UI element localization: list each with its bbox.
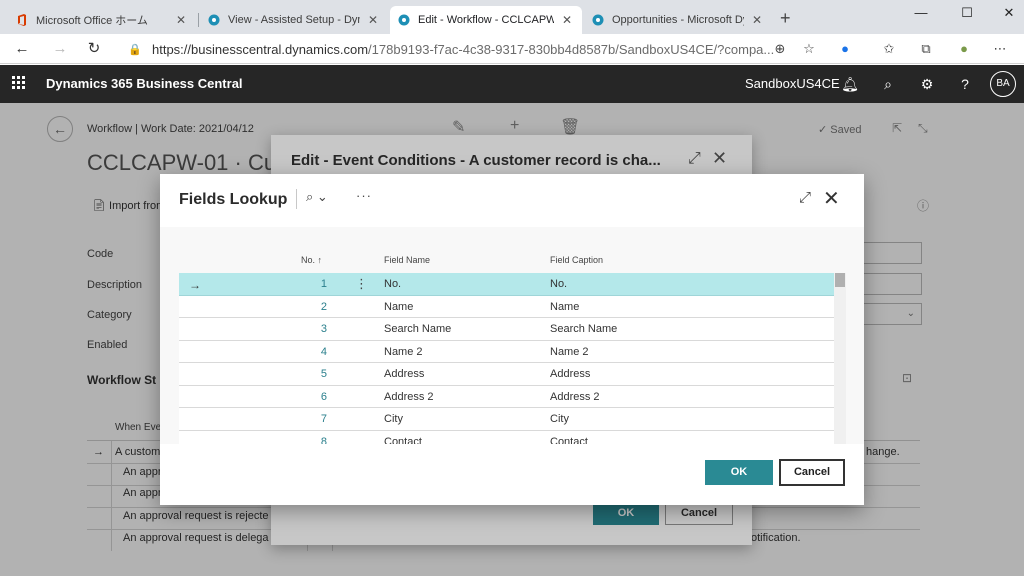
dialog-title: Fields Lookup	[179, 191, 288, 208]
bc-app-bar: Dynamics 365 Business Central SandboxUS4…	[0, 65, 1024, 103]
minimize-button[interactable]: —	[898, 2, 944, 24]
cell-field-caption[interactable]: Search Name	[550, 323, 617, 335]
browser-tab-workflow[interactable]: Edit - Workflow - CCLCAPW-01 - ✕	[390, 6, 582, 34]
close-icon[interactable]: ✕	[823, 186, 840, 211]
browser-tab-office[interactable]: Microsoft Office ホーム ✕	[8, 6, 196, 34]
close-icon[interactable]: ✕	[750, 13, 764, 27]
scrollbar-thumb[interactable]	[835, 273, 845, 287]
cell-field-name[interactable]: Address	[384, 368, 424, 380]
cell-field-name[interactable]: Name 2	[384, 346, 423, 358]
tab-separator	[198, 13, 199, 27]
cell-field-caption[interactable]: Address 2	[550, 391, 600, 403]
gear-icon[interactable]: ⚙	[917, 74, 937, 94]
cell-field-caption[interactable]: Address	[550, 368, 590, 380]
cell-no[interactable]: 5	[289, 368, 327, 380]
row-arrow-icon: →	[189, 278, 201, 292]
column-header-no[interactable]: No. ↑	[301, 255, 322, 265]
close-icon[interactable]: ✕	[174, 13, 188, 27]
app-title[interactable]: Dynamics 365 Business Central	[46, 76, 243, 91]
more-icon[interactable]: ⋯	[991, 40, 1009, 58]
cell-field-name[interactable]: Contact	[384, 436, 422, 445]
dynamics-icon	[398, 14, 410, 26]
browser-tab-assisted-setup[interactable]: View - Assisted Setup - Dynamic ✕	[200, 6, 388, 34]
browser-tab-opportunities[interactable]: Opportunities - Microsoft Dynam ✕	[584, 6, 772, 34]
reload-button[interactable]: ↻	[84, 39, 104, 59]
cell-field-caption[interactable]: Name 2	[550, 346, 589, 358]
lookup-rows: → 1 ⋮ No. No. 2 Name Name 3 Search Name …	[179, 273, 835, 444]
browser-toolbar: ← → ↻ 🔒 https://businesscentral.dynamics…	[0, 34, 1024, 64]
tab-title: Microsoft Office ホーム	[36, 15, 148, 27]
column-header-field-name[interactable]: Field Name	[384, 255, 430, 265]
dynamics-icon	[592, 14, 604, 26]
lookup-body: No. ↑ Field Name Field Caption → 1 ⋮ No.…	[160, 227, 864, 444]
table-row[interactable]: 8 Contact Contact	[179, 430, 835, 445]
profile-avatar-icon[interactable]: ●	[955, 40, 973, 58]
table-row[interactable]: 6 Address 2 Address 2	[179, 385, 835, 408]
cell-field-name[interactable]: No.	[384, 278, 401, 290]
ok-button[interactable]: OK	[705, 460, 773, 485]
close-icon[interactable]: ✕	[560, 13, 574, 27]
url-text: https://businesscentral.dynamics.com/178…	[152, 41, 775, 57]
cell-no[interactable]: 1	[289, 278, 327, 290]
cell-field-caption[interactable]: No.	[550, 278, 567, 290]
cell-no[interactable]: 2	[289, 301, 327, 313]
cancel-button[interactable]: Cancel	[779, 459, 845, 486]
new-tab-button[interactable]: +	[780, 8, 791, 29]
divider	[296, 189, 297, 209]
cell-no[interactable]: 6	[289, 391, 327, 403]
bell-icon[interactable]: 🔔︎	[840, 74, 860, 94]
maximize-button[interactable]: ☐	[944, 2, 990, 24]
address-bar[interactable]: 🔒 https://businesscentral.dynamics.com/1…	[118, 37, 826, 61]
search-icon[interactable]: ⌕ ⌄	[306, 189, 328, 205]
app-launcher-icon[interactable]	[12, 76, 26, 90]
table-row[interactable]: 2 Name Name	[179, 295, 835, 318]
tab-title: Edit - Workflow - CCLCAPW-01 -	[418, 14, 554, 26]
browser-tab-strip: Microsoft Office ホーム ✕ View - Assisted S…	[0, 0, 1024, 34]
collections-icon[interactable]: ⧉	[917, 40, 935, 58]
fields-lookup-dialog: Fields Lookup ⌕ ⌄ ··· ⤢ ✕ No. ↑ Field Na…	[160, 174, 864, 505]
cell-no[interactable]: 4	[289, 346, 327, 358]
lock-icon: 🔒	[128, 43, 142, 56]
lookup-grid: No. ↑ Field Name Field Caption → 1 ⋮ No.…	[179, 227, 837, 444]
window-close-button[interactable]: ✕	[986, 2, 1024, 24]
column-header-field-caption[interactable]: Field Caption	[550, 255, 603, 265]
favorite-icon[interactable]: ☆	[800, 40, 818, 58]
expand-icon[interactable]: ⤢	[799, 189, 811, 206]
cell-field-caption[interactable]: City	[550, 413, 569, 425]
favorites-bar-icon[interactable]: ✩	[880, 40, 898, 58]
cell-no[interactable]: 3	[289, 323, 327, 335]
dynamics-icon	[208, 14, 220, 26]
office-icon	[18, 14, 26, 26]
add-icon[interactable]: ⊕	[771, 40, 789, 58]
environment-name: SandboxUS4CE	[745, 76, 840, 91]
cell-field-name[interactable]: Name	[384, 301, 413, 313]
more-options-icon[interactable]: ···	[356, 188, 372, 203]
cell-field-name[interactable]: City	[384, 413, 403, 425]
vertical-scrollbar[interactable]	[834, 273, 846, 444]
table-row[interactable]: 5 Address Address	[179, 363, 835, 386]
cell-field-name[interactable]: Address 2	[384, 391, 434, 403]
avatar[interactable]: BA	[990, 71, 1016, 97]
tab-title: View - Assisted Setup - Dynamic	[228, 14, 360, 26]
tab-title: Opportunities - Microsoft Dynam	[612, 14, 744, 26]
cell-no[interactable]: 7	[289, 413, 327, 425]
table-row[interactable]: 3 Search Name Search Name	[179, 318, 835, 341]
search-icon[interactable]: ⌕	[878, 74, 898, 94]
row-actions-icon[interactable]: ⋮	[355, 276, 368, 292]
back-button[interactable]: ←	[12, 39, 32, 59]
table-row[interactable]: 7 City City	[179, 408, 835, 431]
close-icon[interactable]: ✕	[366, 13, 380, 27]
extension-icon[interactable]: ●	[836, 40, 854, 58]
cell-field-caption[interactable]: Name	[550, 301, 579, 313]
forward-button[interactable]: →	[50, 39, 70, 59]
table-row[interactable]: → 1 ⋮ No. No.	[179, 273, 835, 296]
help-icon[interactable]: ?	[955, 74, 975, 94]
cell-field-caption[interactable]: Contact	[550, 436, 588, 445]
table-row[interactable]: 4 Name 2 Name 2	[179, 340, 835, 363]
cell-no[interactable]: 8	[289, 436, 327, 445]
cell-field-name[interactable]: Search Name	[384, 323, 451, 335]
